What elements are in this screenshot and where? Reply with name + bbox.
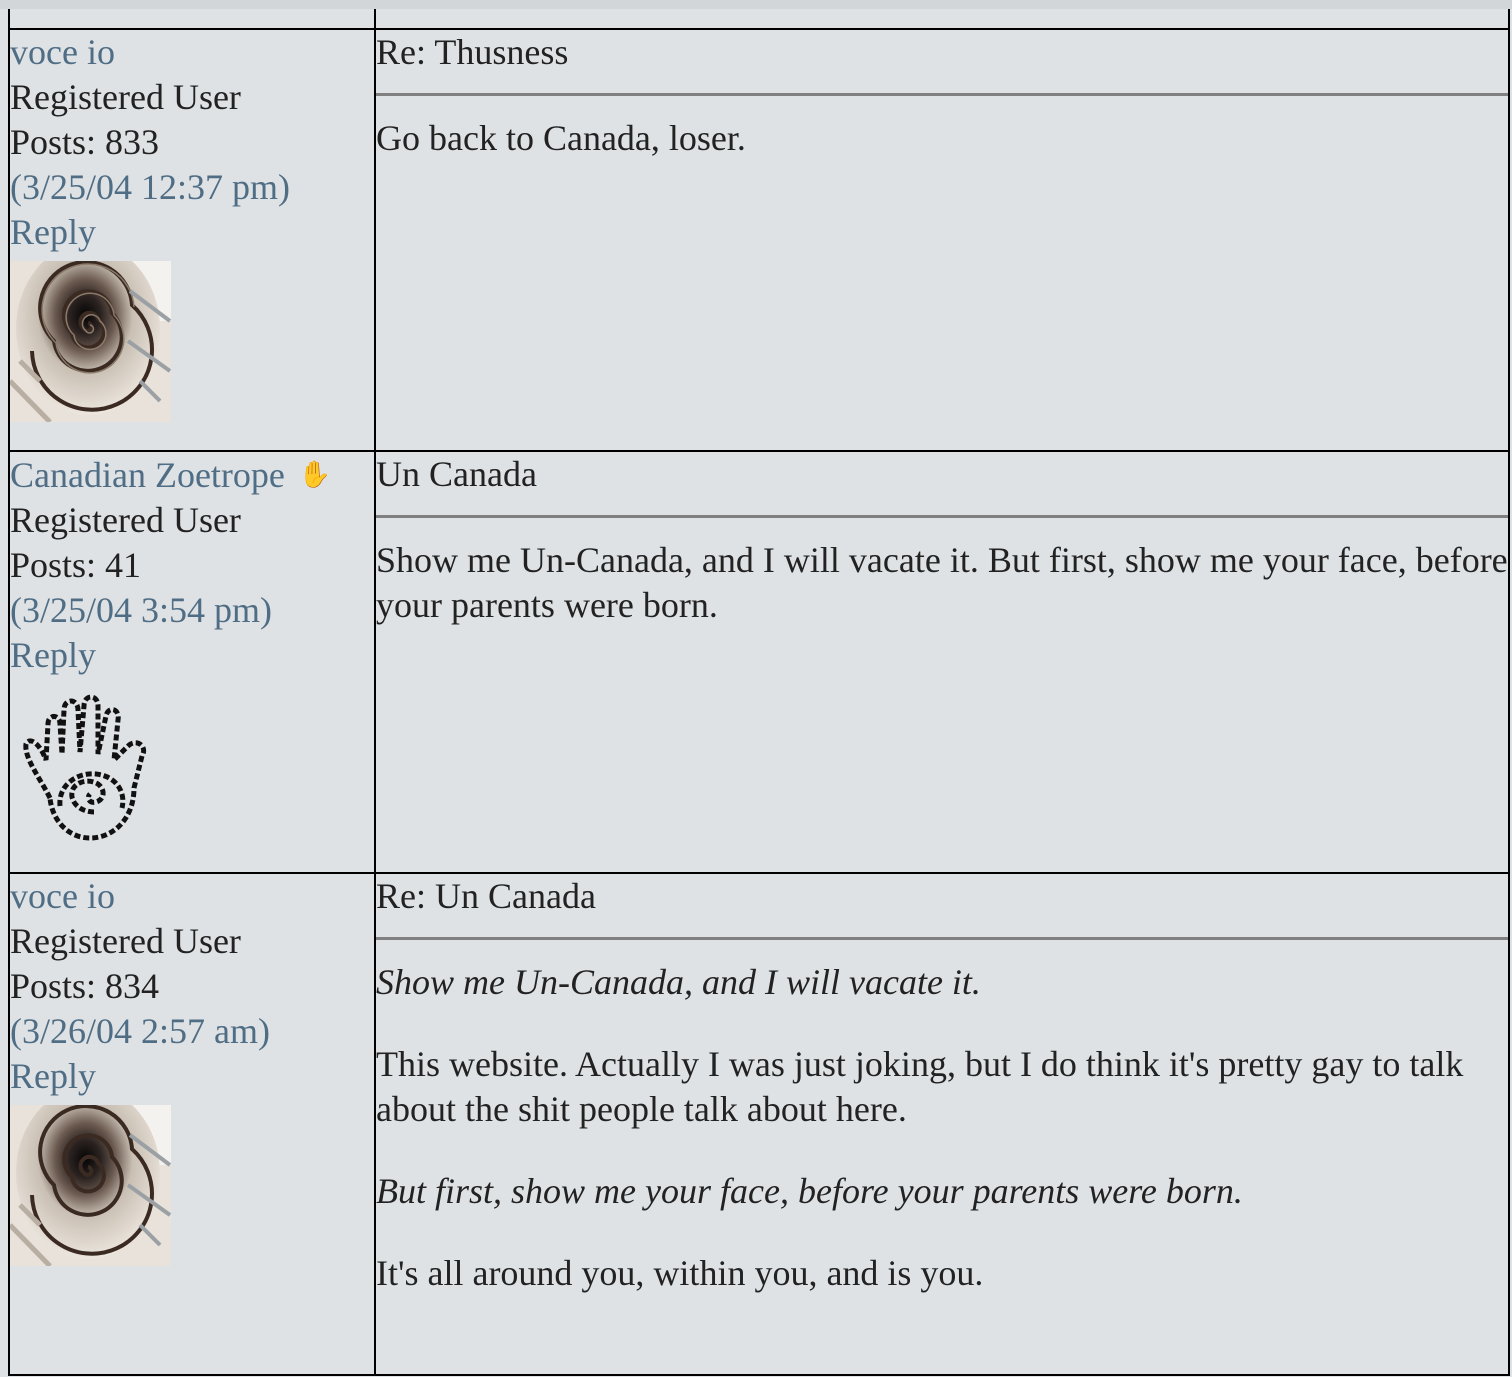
quoted-paragraph: Show me Un-Canada, and I will vacate it. <box>376 962 981 1002</box>
post-subject: Re: Un Canada <box>376 876 596 916</box>
reply-link[interactable]: Reply <box>10 635 96 675</box>
previous-post-user-cell <box>8 9 376 30</box>
post-author-cell: voce io Registered User Posts: 833 (3/25… <box>8 28 376 452</box>
post-body-paragraph: Go back to Canada, loser. <box>376 118 746 158</box>
subject-divider <box>376 515 1508 518</box>
post-body-paragraph: This website. Actually I was just joking… <box>376 1044 1464 1129</box>
post-row: Canadian Zoetrope ✋ Registered User Posts… <box>8 450 1510 874</box>
user-role: Registered User <box>10 500 241 540</box>
post-subject: Un Canada <box>376 454 537 494</box>
post-body-paragraph: Show me Un-Canada, and I will vacate it.… <box>376 540 1508 625</box>
user-role: Registered User <box>10 77 241 117</box>
spiral-staircase-avatar <box>10 261 171 422</box>
post-date: (3/25/04 12:37 pm) <box>10 167 290 207</box>
subject-divider <box>376 937 1508 940</box>
spiral-hand-avatar <box>10 688 171 849</box>
reply-link[interactable]: Reply <box>10 212 96 252</box>
post-row: voce io Registered User Posts: 833 (3/25… <box>8 28 1510 452</box>
previous-post-message-cell <box>374 9 1510 30</box>
post-date: (3/26/04 2:57 am) <box>10 1011 270 1051</box>
post-count: Posts: 833 <box>10 122 160 162</box>
post-message-cell: Re: Thusness Go back to Canada, loser. <box>374 28 1510 452</box>
post-row: voce io Registered User Posts: 834 (3/26… <box>8 872 1510 1376</box>
top-strip <box>0 0 1512 9</box>
post-count: Posts: 834 <box>10 966 160 1006</box>
post-author-cell: Canadian Zoetrope ✋ Registered User Posts… <box>8 450 376 874</box>
quoted-paragraph: But first, show me your face, before you… <box>376 1171 1243 1211</box>
subject-divider <box>376 93 1508 96</box>
post-date: (3/25/04 3:54 pm) <box>10 590 272 630</box>
spiral-staircase-avatar <box>10 1105 171 1266</box>
hand-icon: ✋ <box>298 460 332 489</box>
post-message-cell: Un Canada Show me Un-Canada, and I will … <box>374 450 1510 874</box>
post-subject: Re: Thusness <box>376 32 569 72</box>
forum-thread-page: voce io Registered User Posts: 833 (3/25… <box>0 0 1512 1377</box>
post-count: Posts: 41 <box>10 545 142 585</box>
post-body-paragraph: It's all around you, within you, and is … <box>376 1253 984 1293</box>
username-link[interactable]: Canadian Zoetrope <box>10 453 285 498</box>
reply-link[interactable]: Reply <box>10 1056 96 1096</box>
posts-table: voce io Registered User Posts: 833 (3/25… <box>8 9 1510 1376</box>
post-author-cell: voce io Registered User Posts: 834 (3/26… <box>8 872 376 1376</box>
post-message-cell: Re: Un Canada Show me Un-Canada, and I w… <box>374 872 1510 1376</box>
username-link[interactable]: voce io <box>10 874 115 919</box>
username-link[interactable]: voce io <box>10 30 115 75</box>
previous-post-stub <box>8 9 1510 30</box>
user-role: Registered User <box>10 921 241 961</box>
